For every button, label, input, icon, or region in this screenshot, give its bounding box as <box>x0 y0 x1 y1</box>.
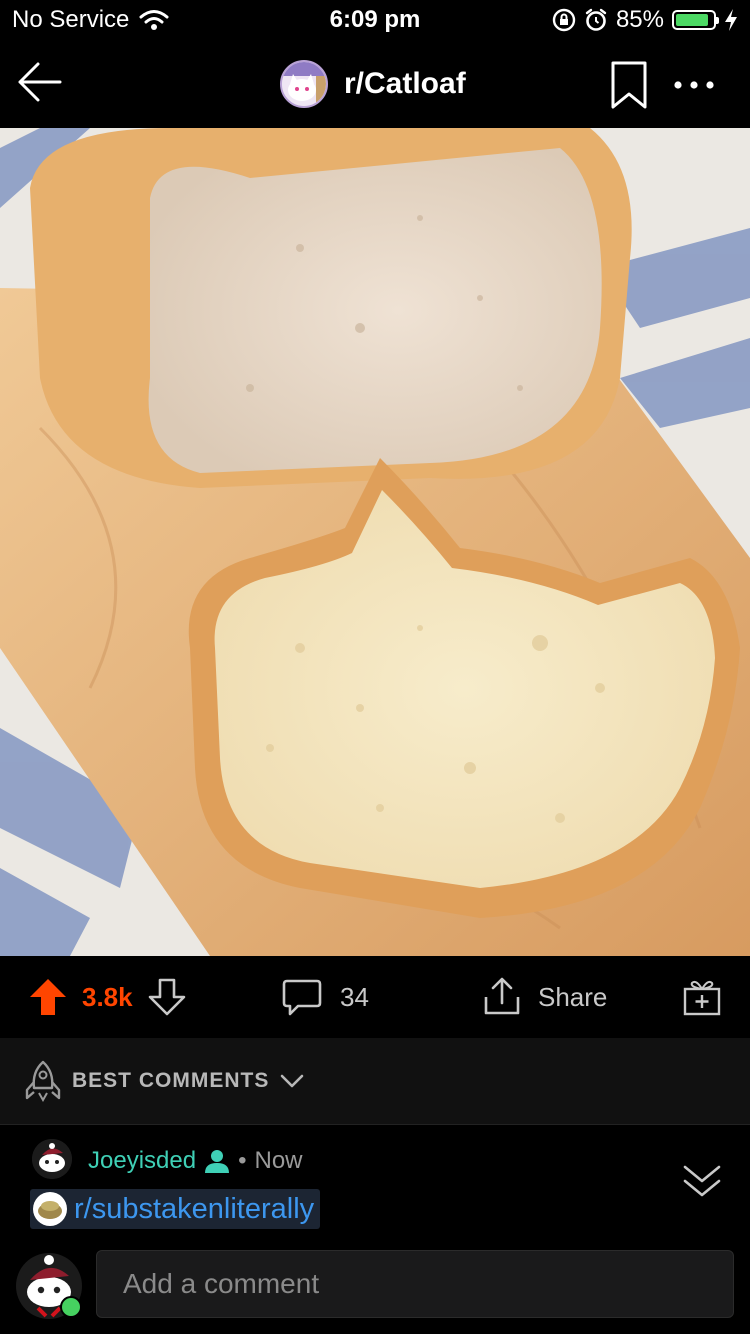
comment-username[interactable]: Joeyisded <box>88 1147 196 1175</box>
comment-count: 34 <box>340 981 369 1012</box>
back-arrow-icon[interactable] <box>14 56 66 108</box>
comment-time: Now <box>254 1147 303 1174</box>
award-button[interactable] <box>682 956 722 1038</box>
sort-label: BEST COMMENTS <box>72 1069 270 1092</box>
post-image[interactable] <box>0 128 750 956</box>
status-right: 85% <box>552 6 738 34</box>
upvote-icon[interactable] <box>28 977 68 1017</box>
comment-meta: Joeyisded • Now <box>88 1147 303 1175</box>
subreddit-title: r/Catloaf <box>344 67 466 100</box>
subreddit-header[interactable]: r/Catloaf <box>280 60 466 108</box>
online-status-dot <box>60 1296 82 1318</box>
share-button[interactable]: Share <box>482 956 607 1038</box>
award-icon <box>683 980 721 1016</box>
sort-dropdown[interactable]: BEST COMMENTS <box>24 1060 305 1102</box>
bookmark-icon[interactable] <box>606 60 652 110</box>
cat-bread-photo <box>0 128 750 956</box>
collapse-thread-icon[interactable] <box>680 1161 724 1201</box>
battery-icon <box>672 10 719 30</box>
chevron-down-icon <box>281 1074 304 1088</box>
post-action-bar: 3.8k 34 Share <box>0 956 750 1038</box>
subreddit-link[interactable]: r/substakenliterally <box>74 1193 314 1226</box>
subreddit-link-avatar <box>33 1192 67 1226</box>
more-options-icon[interactable] <box>672 70 716 100</box>
share-icon <box>484 977 520 1015</box>
alarm-icon <box>585 8 607 31</box>
comment-separator: • <box>238 1147 247 1174</box>
add-comment-input[interactable] <box>96 1250 734 1318</box>
share-label: Share <box>538 981 608 1012</box>
comment-icon <box>282 979 322 1016</box>
nav-bar: r/Catloaf <box>0 42 750 128</box>
vote-count: 3.8k <box>82 981 133 1012</box>
rocket-icon <box>25 1060 61 1102</box>
comments-button[interactable]: 34 <box>282 956 369 1038</box>
downvote-icon[interactable] <box>147 977 187 1017</box>
orientation-lock-icon <box>552 8 576 32</box>
commenter-avatar[interactable] <box>32 1139 72 1179</box>
comment-item: Joeyisded • Now r/substakenliterally <box>0 1125 750 1240</box>
comment-body: r/substakenliterally <box>30 1189 321 1229</box>
battery-percent: 85% <box>615 6 664 33</box>
charging-bolt-icon <box>725 9 737 31</box>
subreddit-avatar <box>280 60 328 108</box>
status-bar: No Service 6:09 pm 85% <box>0 0 750 42</box>
comment-composer <box>0 1240 750 1334</box>
op-user-icon <box>205 1150 230 1173</box>
vote-group: 3.8k <box>28 956 187 1038</box>
comment-sort-bar: BEST COMMENTS <box>0 1038 750 1125</box>
